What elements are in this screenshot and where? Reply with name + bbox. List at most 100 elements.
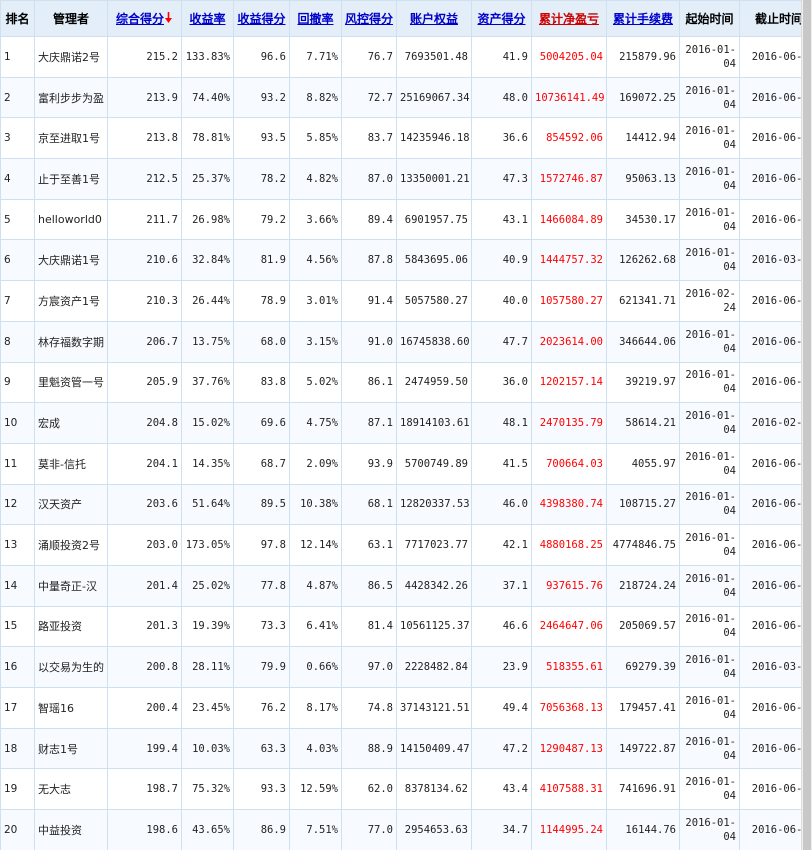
scrollbar-thumb[interactable] <box>803 0 811 850</box>
fees-cell: 39219.97 <box>606 361 680 404</box>
equity-cell: 16745838.60 <box>396 320 472 363</box>
return-score-cell: 89.5 <box>233 483 290 526</box>
score-cell: 210.3 <box>107 280 182 322</box>
return-score-cell: 63.3 <box>233 727 290 770</box>
net-pnl-cell: 518355.61 <box>531 646 607 688</box>
risk-score-cell: 72.7 <box>341 76 397 119</box>
return-rate-cell: 19.39% <box>181 605 234 648</box>
return-score-cell: 86.9 <box>233 809 290 850</box>
manager-cell: 中益投资 <box>34 809 108 850</box>
net-pnl-cell: 700664.03 <box>531 442 607 485</box>
drawdown-cell: 3.15% <box>289 320 342 363</box>
return-rate-cell: 74.40% <box>181 76 234 119</box>
score-cell: 201.3 <box>107 605 182 648</box>
score-cell: 204.8 <box>107 402 182 444</box>
risk-score-cell: 81.4 <box>341 605 397 648</box>
header-return-score-sort[interactable]: 收益得分 <box>233 0 290 37</box>
equity-cell: 10561125.37 <box>396 605 472 648</box>
equity-cell: 37143121.51 <box>396 687 472 729</box>
net-pnl-cell: 1444757.32 <box>531 239 607 282</box>
manager-cell: 路亚投资 <box>34 605 108 648</box>
asset-score-cell: 47.2 <box>471 727 532 770</box>
return-score-cell: 78.9 <box>233 280 290 322</box>
table-row: 16 以交易为生的 200.8 28.11% 79.9 0.66% 97.0 2228482.… <box>0 646 812 688</box>
score-cell: 203.6 <box>107 483 182 526</box>
risk-score-cell: 63.1 <box>341 524 397 566</box>
start-date-cell: 2016-01-04 <box>679 239 740 282</box>
equity-cell: 4428342.26 <box>396 564 472 607</box>
rank-cell: 9 <box>0 361 35 404</box>
table-row: 5 helloworld0 211.7 26.98% 79.2 3.66% 89.4 6901… <box>0 198 812 241</box>
fees-cell: 4055.97 <box>606 442 680 485</box>
asset-score-cell: 46.0 <box>471 483 532 526</box>
equity-cell: 14150409.47 <box>396 727 472 770</box>
risk-score-cell: 97.0 <box>341 646 397 688</box>
start-date-cell: 2016-01-04 <box>679 605 740 648</box>
start-date-cell: 2016-01-04 <box>679 768 740 811</box>
equity-cell: 5700749.89 <box>396 442 472 485</box>
return-score-cell: 73.3 <box>233 605 290 648</box>
asset-score-cell: 40.9 <box>471 239 532 282</box>
risk-score-cell: 68.1 <box>341 483 397 526</box>
fees-cell: 149722.87 <box>606 727 680 770</box>
manager-cell: 富利步步为盈 <box>34 76 108 119</box>
manager-cell: 大庆鼎诺2号 <box>34 36 108 78</box>
risk-score-cell: 89.4 <box>341 198 397 241</box>
net-pnl-cell: 1290487.13 <box>531 727 607 770</box>
manager-cell: 里魁资管一号 <box>34 361 108 404</box>
table-row: 20 中益投资 198.6 43.65% 86.9 7.51% 77.0 2954653.63… <box>0 809 812 850</box>
drawdown-cell: 0.66% <box>289 646 342 688</box>
fees-cell: 346644.06 <box>606 320 680 363</box>
drawdown-cell: 12.59% <box>289 768 342 811</box>
table-row: 10 宏成 204.8 15.02% 69.6 4.75% 87.1 18914103.61 4… <box>0 402 812 444</box>
score-cell: 212.5 <box>107 158 182 200</box>
return-rate-cell: 10.03% <box>181 727 234 770</box>
net-pnl-cell: 5004205.04 <box>531 36 607 78</box>
start-date-cell: 2016-01-04 <box>679 564 740 607</box>
equity-cell: 8378134.62 <box>396 768 472 811</box>
header-risk-score-sort[interactable]: 风控得分 <box>341 0 397 37</box>
risk-score-cell: 88.9 <box>341 727 397 770</box>
header-return-rate-sort[interactable]: 收益率 <box>181 0 234 37</box>
score-cell: 203.0 <box>107 524 182 566</box>
equity-cell: 7693501.48 <box>396 36 472 78</box>
header-net-pnl-sort[interactable]: 累计净盈亏 <box>531 0 607 37</box>
risk-score-cell: 87.8 <box>341 239 397 282</box>
manager-cell: 中量奇正-汉 <box>34 564 108 607</box>
manager-cell: 止于至善1号 <box>34 158 108 200</box>
fees-cell: 205069.57 <box>606 605 680 648</box>
risk-score-cell: 77.0 <box>341 809 397 850</box>
equity-cell: 14235946.18 <box>396 117 472 160</box>
table-row: 15 路亚投资 201.3 19.39% 73.3 6.41% 81.4 10561125.3… <box>0 605 812 648</box>
score-cell: 213.8 <box>107 117 182 160</box>
rank-cell: 10 <box>0 402 35 444</box>
asset-score-cell: 48.0 <box>471 76 532 119</box>
rank-cell: 19 <box>0 768 35 811</box>
risk-score-cell: 91.4 <box>341 280 397 322</box>
asset-score-cell: 48.1 <box>471 402 532 444</box>
risk-score-cell: 86.5 <box>341 564 397 607</box>
return-score-cell: 96.6 <box>233 36 290 78</box>
header-total-score-sort[interactable]: 综合得分 <box>107 0 182 37</box>
header-drawdown-sort[interactable]: 回撤率 <box>289 0 342 37</box>
risk-score-cell: 87.0 <box>341 158 397 200</box>
ranking-table-viewport: 排名 管理者 综合得分 收益率 收益得分 回撤率 风控得分 账户权益 资产得分 … <box>0 0 812 850</box>
table-row: 4 止于至善1号 212.5 25.37% 78.2 4.82% 87.0 13350001.… <box>0 158 812 200</box>
fees-cell: 58614.21 <box>606 402 680 444</box>
return-rate-cell: 75.32% <box>181 768 234 811</box>
risk-score-cell: 86.1 <box>341 361 397 404</box>
return-score-cell: 83.8 <box>233 361 290 404</box>
start-date-cell: 2016-01-04 <box>679 361 740 404</box>
asset-score-cell: 36.6 <box>471 117 532 160</box>
header-equity-sort[interactable]: 账户权益 <box>396 0 472 37</box>
drawdown-cell: 6.41% <box>289 605 342 648</box>
header-fees-sort[interactable]: 累计手续费 <box>606 0 680 37</box>
table-row: 12 汉天资产 203.6 51.64% 89.5 10.38% 68.1 12820337.… <box>0 483 812 526</box>
equity-cell: 2474959.50 <box>396 361 472 404</box>
header-asset-score-sort[interactable]: 资产得分 <box>471 0 532 37</box>
score-cell: 213.9 <box>107 76 182 119</box>
risk-score-cell: 87.1 <box>341 402 397 444</box>
score-cell: 200.4 <box>107 687 182 729</box>
asset-score-cell: 40.0 <box>471 280 532 322</box>
table-row: 11 莫非-信托 204.1 14.35% 68.7 2.09% 93.9 5700749.8… <box>0 442 812 485</box>
